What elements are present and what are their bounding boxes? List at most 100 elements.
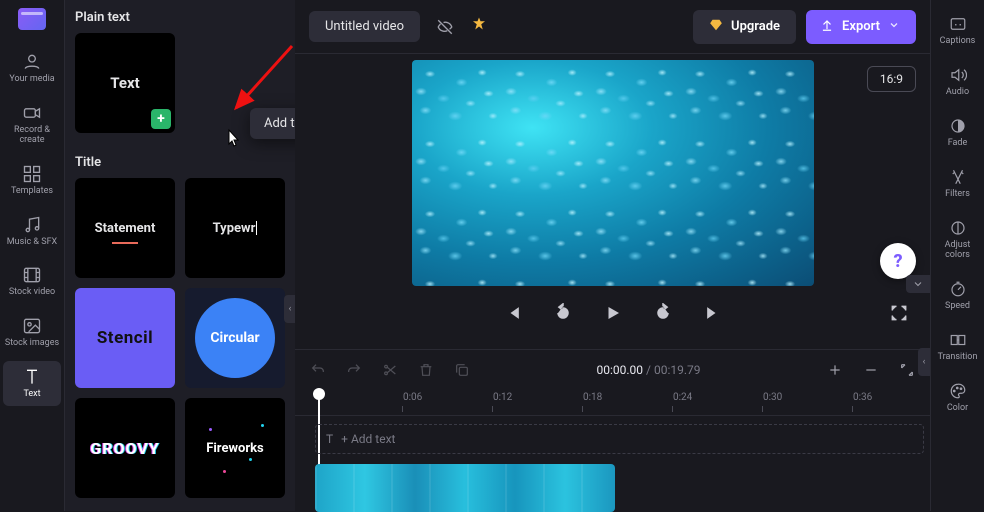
ruler-tick: 0:12 (493, 392, 512, 403)
add-text-label: + Add text (341, 432, 395, 446)
right-adjust-colors[interactable]: Adjust colors (934, 214, 982, 265)
forward-5-button[interactable]: 5 (650, 300, 676, 326)
add-to-timeline-button[interactable]: + (151, 109, 171, 129)
skip-start-button[interactable] (500, 300, 526, 326)
nav-your-media[interactable]: Your media (3, 46, 61, 91)
delete-button[interactable] (415, 359, 437, 381)
panel-collapse-handle[interactable]: ‹ (284, 295, 295, 323)
templates-icon (22, 164, 42, 184)
right-speed[interactable]: Speed (934, 275, 982, 316)
thumb-label: Circular (210, 330, 259, 346)
thumb-label: Stencil (97, 328, 153, 348)
title-groovy[interactable]: GROOVY (75, 398, 175, 498)
ruler-tick: 0:24 (673, 392, 692, 403)
playhead[interactable] (313, 388, 325, 400)
sidebar-right: Captions Audio Fade Filters Adjust color… (930, 0, 984, 511)
rnav-label: Fade (948, 138, 968, 148)
title-statement[interactable]: Statement (75, 178, 175, 278)
add-text-track[interactable]: T + Add text (315, 424, 924, 454)
right-audio[interactable]: Audio (934, 61, 982, 102)
right-transition[interactable]: Transition (934, 326, 982, 367)
title-fireworks[interactable]: Fireworks (185, 398, 285, 498)
help-icon: ? (893, 251, 902, 272)
upload-icon (820, 18, 834, 36)
right-fade[interactable]: Fade (934, 112, 982, 153)
thumb-label: Fireworks (206, 441, 264, 456)
project-title[interactable]: Untitled video (309, 11, 420, 42)
preview-area: 16:9 5 5 ? ‹ (295, 54, 930, 349)
expand-panel-button[interactable] (906, 275, 930, 293)
rnav-label: Adjust colors (934, 240, 982, 260)
nav-record-create[interactable]: Record & create (3, 97, 61, 152)
thumb-label: GROOVY (90, 439, 159, 458)
app-logo[interactable] (18, 8, 46, 30)
nav-stock-video[interactable]: Stock video (3, 259, 61, 304)
user-media-icon (22, 52, 42, 72)
timeline-ruler[interactable]: 0:06 0:12 0:18 0:24 0:30 0:36 (295, 390, 930, 416)
right-captions[interactable]: Captions (934, 10, 982, 51)
duplicate-button[interactable] (451, 359, 473, 381)
fit-timeline-button[interactable] (896, 359, 918, 381)
fullscreen-button[interactable] (886, 300, 912, 326)
undo-button[interactable] (307, 359, 329, 381)
export-button[interactable]: Export (806, 10, 916, 44)
center-area: Untitled video Upgrade Export 16:9 5 (295, 0, 930, 511)
skip-end-button[interactable] (700, 300, 726, 326)
title-typewriter[interactable]: Typewr (185, 178, 285, 278)
rnav-label: Color (947, 403, 968, 413)
redo-button[interactable] (343, 359, 365, 381)
music-icon (22, 215, 42, 235)
camera-icon (22, 103, 42, 123)
video-clip[interactable] (315, 464, 615, 512)
topbar: Untitled video Upgrade Export (295, 0, 930, 54)
nav-label: Music & SFX (7, 238, 57, 248)
ruler-tick: 0:36 (853, 392, 872, 403)
duration-time: 00:19.79 (654, 363, 701, 377)
title-stencil[interactable]: Stencil (75, 288, 175, 388)
chevron-down-icon (888, 19, 900, 35)
toggle-visibility-button[interactable] (430, 12, 460, 42)
nav-left: Your media Record & create Templates Mus… (0, 0, 65, 511)
transport-controls: 5 5 (295, 286, 930, 340)
nav-label: Record & create (3, 126, 61, 146)
rnav-label: Audio (946, 87, 969, 97)
nav-label: Text (23, 390, 40, 400)
video-preview[interactable] (412, 60, 814, 286)
plain-text-thumb[interactable]: Text + (75, 33, 175, 133)
timeline-toolbar: 00:00.00 / 00:19.79 (295, 350, 930, 390)
nav-label: Stock images (5, 339, 59, 349)
right-color[interactable]: Color (934, 377, 982, 418)
zoom-add-button[interactable] (824, 359, 846, 381)
pointer-cursor-icon (223, 128, 241, 154)
nav-label: Templates (11, 187, 53, 197)
play-button[interactable] (600, 300, 626, 326)
right-panel-collapse-handle[interactable]: ‹ (918, 348, 930, 376)
help-button[interactable]: ? (880, 243, 916, 279)
timeline: 00:00.00 / 00:19.79 0:06 0:12 0:18 0:24 … (295, 349, 930, 511)
nav-music-sfx[interactable]: Music & SFX (3, 209, 61, 254)
nav-templates[interactable]: Templates (3, 158, 61, 203)
rnav-label: Filters (945, 189, 970, 199)
text-panel: Plain text Text + Title Statement Typewr… (65, 0, 295, 511)
gem-icon (709, 18, 723, 36)
rewind-5-button[interactable]: 5 (550, 300, 576, 326)
title-heading: Title (75, 145, 285, 178)
rnav-label: Captions (940, 36, 976, 46)
zoom-minus-button[interactable] (860, 359, 882, 381)
export-label: Export (842, 19, 880, 34)
timecode: 00:00.00 / 00:19.79 (597, 363, 701, 377)
timeline-tracks[interactable]: T + Add text (295, 416, 930, 511)
ruler-tick: 0:18 (583, 392, 602, 403)
rnav-label: Speed (945, 301, 970, 311)
upgrade-button[interactable]: Upgrade (693, 10, 796, 44)
nav-text[interactable]: Text (3, 361, 61, 406)
film-icon (22, 265, 42, 285)
nav-label: Stock video (9, 288, 55, 298)
premium-indicator-icon (470, 10, 488, 40)
aspect-ratio-button[interactable]: 16:9 (867, 66, 916, 92)
nav-stock-images[interactable]: Stock images (3, 310, 61, 355)
split-button[interactable] (379, 359, 401, 381)
title-circular[interactable]: Circular (185, 288, 285, 388)
right-filters[interactable]: Filters (934, 163, 982, 204)
thumb-label: Statement (95, 221, 156, 236)
